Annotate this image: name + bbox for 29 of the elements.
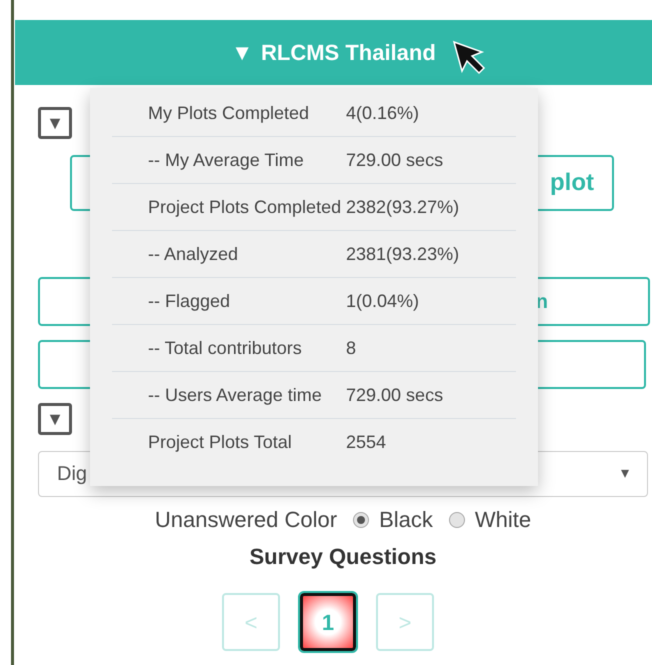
stat-value: 2382(93.27%) bbox=[346, 196, 460, 219]
stat-label: -- Users Average time bbox=[147, 384, 323, 407]
stat-label: Project Plots Completed bbox=[147, 196, 342, 219]
radio-label[interactable]: White bbox=[474, 503, 532, 536]
stat-value: 729.00 secs bbox=[346, 148, 444, 172]
caret-icon: ▼ bbox=[231, 36, 253, 69]
stat-value: 729.00 secs bbox=[346, 384, 444, 406]
radio-group-label: Unanswered Color bbox=[154, 506, 338, 534]
radio-label[interactable]: Black bbox=[379, 503, 433, 536]
collapse-toggle[interactable]: ▼ bbox=[38, 107, 72, 139]
collapse-toggle[interactable]: ▼ bbox=[38, 403, 72, 435]
stat-value: 4(0.16%) bbox=[346, 102, 420, 125]
dropdown-arrow-icon: ▾ bbox=[621, 462, 629, 486]
stat-value: 1(0.04%) bbox=[346, 290, 420, 313]
stat-value: 8 bbox=[346, 336, 356, 360]
stat-label: -- Flagged bbox=[147, 290, 232, 313]
radio-button[interactable] bbox=[448, 512, 465, 528]
project-title: RLCMS Thailand bbox=[261, 39, 436, 67]
stat-label: Project Plots Total bbox=[147, 431, 293, 454]
stat-label: -- Total contributors bbox=[147, 336, 303, 360]
section-title: Survey Questions bbox=[248, 543, 438, 571]
mouse-pointer-icon bbox=[452, 40, 486, 76]
stat-value: 2381(93.23%) bbox=[346, 242, 460, 266]
stat-label: -- My Average Time bbox=[147, 148, 305, 172]
stat-label: -- Analyzed bbox=[147, 242, 240, 266]
radio-button[interactable] bbox=[353, 512, 370, 528]
stat-label: My Plots Completed bbox=[147, 102, 310, 125]
select-value: Dig bbox=[57, 462, 88, 487]
stat-value: 2554 bbox=[346, 431, 386, 454]
